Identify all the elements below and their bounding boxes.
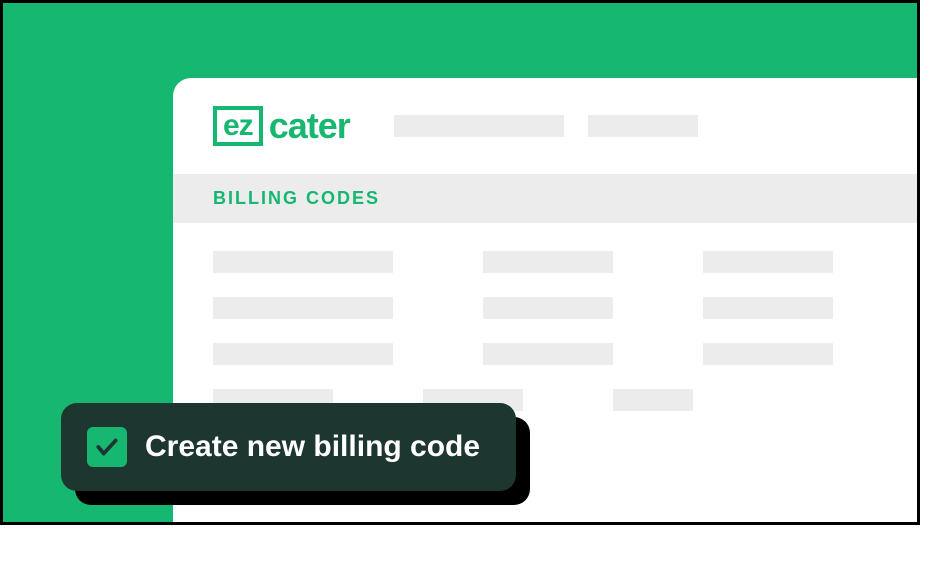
table-row: [213, 297, 877, 319]
cell-placeholder: [213, 251, 393, 273]
checkbox-checked-icon: [87, 427, 127, 467]
nav-placeholder-group: [394, 115, 698, 137]
ezcater-logo: ez cater: [213, 106, 350, 146]
section-banner: BILLING CODES: [173, 174, 917, 223]
section-title: BILLING CODES: [213, 188, 877, 209]
cell-placeholder: [483, 343, 613, 365]
logo-text-ez: ez: [223, 111, 253, 141]
table-row: [213, 251, 877, 273]
cell-placeholder: [213, 343, 393, 365]
cell-placeholder: [703, 297, 833, 319]
cell-placeholder: [703, 251, 833, 273]
cell-placeholder: [613, 389, 693, 411]
cell-placeholder: [483, 297, 613, 319]
logo-text-cater: cater: [269, 108, 350, 144]
header: ez cater: [173, 78, 917, 166]
create-billing-code-button[interactable]: Create new billing code: [61, 403, 516, 491]
app-frame: ez cater BILLING CODES: [0, 0, 920, 525]
table-row: [213, 343, 877, 365]
create-billing-code-label: Create new billing code: [145, 430, 480, 464]
cell-placeholder: [213, 297, 393, 319]
cell-placeholder: [703, 343, 833, 365]
cell-placeholder: [483, 251, 613, 273]
logo-box: ez: [213, 106, 263, 146]
nav-placeholder: [588, 115, 698, 137]
billing-codes-table: [173, 223, 917, 411]
nav-placeholder: [394, 115, 564, 137]
